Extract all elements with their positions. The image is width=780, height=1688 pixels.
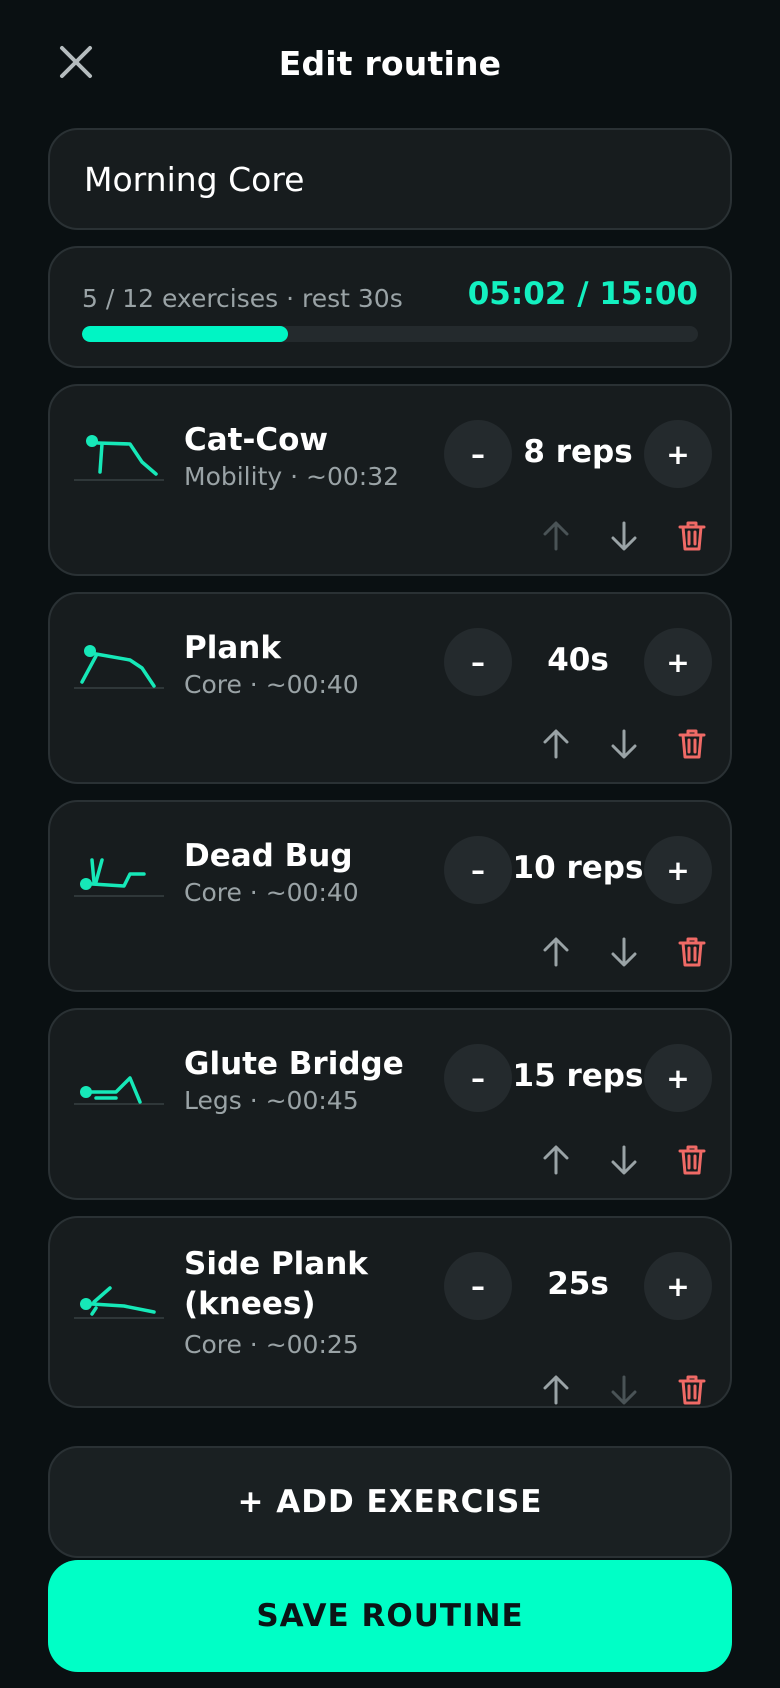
page-title: Edit routine [278, 44, 502, 83]
trash-icon [678, 521, 706, 551]
move-down-button[interactable] [602, 1368, 646, 1412]
exercise-amount: 15 reps [512, 1058, 644, 1094]
arrow-up-icon [543, 1375, 569, 1405]
exercise-pose-icon [74, 1076, 164, 1105]
exercise-card: Glute Bridge Legs · ~00:45 – 15 reps + [48, 1008, 732, 1200]
summary-time: 05:02 / 15:00 [467, 276, 698, 312]
arrow-up-icon [543, 729, 569, 759]
exercise-card: Dead Bug Core · ~00:40 – 10 reps + [48, 800, 732, 992]
decrease-button[interactable]: – [444, 628, 512, 696]
delete-button[interactable] [670, 1138, 714, 1182]
arrow-down-icon [611, 521, 637, 551]
delete-button[interactable] [670, 722, 714, 766]
exercise-card: Plank Core · ~00:40 – 40s + [48, 592, 732, 784]
exercise-pose-icon [74, 435, 164, 481]
exercise-name: Dead Bug [184, 838, 353, 874]
decrease-button[interactable]: – [444, 1044, 512, 1112]
decrease-button[interactable]: – [444, 1252, 512, 1320]
exercise-name: Glute Bridge [184, 1046, 404, 1082]
progress-track [82, 326, 698, 342]
exercise-meta: Core · ~00:40 [184, 670, 359, 699]
arrow-down-icon [611, 729, 637, 759]
exercise-amount: 25s [547, 1266, 609, 1302]
trash-icon [678, 1375, 706, 1405]
move-down-button[interactable] [602, 514, 646, 558]
move-down-button[interactable] [602, 930, 646, 974]
trash-icon [678, 937, 706, 967]
arrow-up-icon [543, 937, 569, 967]
increase-button[interactable]: + [644, 1252, 712, 1320]
exercise-meta: Legs · ~00:45 [184, 1086, 359, 1115]
exercise-pose-icon [74, 1286, 164, 1319]
routine-name-input[interactable] [50, 130, 730, 228]
arrow-up-icon [543, 521, 569, 551]
delete-button[interactable] [670, 1368, 714, 1412]
increase-button[interactable]: + [644, 420, 712, 488]
exercise-card: Side Plank (knees) Core · ~00:25 – 25s + [48, 1216, 732, 1408]
decrease-button[interactable]: – [444, 836, 512, 904]
move-up-button[interactable] [534, 1138, 578, 1182]
decrease-button[interactable]: – [444, 420, 512, 488]
exercise-amount: 8 reps [523, 434, 633, 470]
routine-summary: 5 / 12 exercises · rest 30s 05:02 / 15:0… [48, 246, 732, 368]
routine-name-field[interactable] [48, 128, 732, 230]
move-up-button[interactable] [534, 1368, 578, 1412]
arrow-down-icon [611, 1375, 637, 1405]
arrow-down-icon [611, 937, 637, 967]
exercise-meta: Core · ~00:40 [184, 878, 359, 907]
exercise-card: Cat-Cow Mobility · ~00:32 – 8 reps + [48, 384, 732, 576]
summary-text: 5 / 12 exercises · rest 30s [82, 284, 403, 313]
exercise-meta: Mobility · ~00:32 [184, 462, 400, 491]
add-exercise-button[interactable]: + ADD EXERCISE [48, 1446, 732, 1558]
increase-button[interactable]: + [644, 1044, 712, 1112]
exercise-amount: 10 reps [512, 850, 644, 886]
increase-button[interactable]: + [644, 628, 712, 696]
move-down-button[interactable] [602, 722, 646, 766]
trash-icon [678, 1145, 706, 1175]
delete-button[interactable] [670, 930, 714, 974]
move-up-button[interactable] [534, 722, 578, 766]
exercise-meta: Core · ~00:25 [184, 1330, 359, 1359]
header: Edit routine [0, 0, 780, 130]
arrow-up-icon [543, 1145, 569, 1175]
progress-fill [82, 326, 289, 342]
increase-button[interactable]: + [644, 836, 712, 904]
delete-button[interactable] [670, 514, 714, 558]
exercise-name: Plank [184, 630, 281, 666]
exercise-name: Side Plank (knees) [184, 1246, 368, 1322]
move-down-button[interactable] [602, 1138, 646, 1182]
save-routine-button[interactable]: SAVE ROUTINE [48, 1560, 732, 1672]
exercise-pose-icon [74, 858, 164, 897]
move-up-button[interactable] [534, 514, 578, 558]
arrow-down-icon [611, 1145, 637, 1175]
exercise-name: Cat-Cow [184, 422, 329, 458]
trash-icon [678, 729, 706, 759]
exercise-pose-icon [74, 645, 164, 689]
move-up-button[interactable] [534, 930, 578, 974]
exercise-amount: 40s [547, 642, 609, 678]
